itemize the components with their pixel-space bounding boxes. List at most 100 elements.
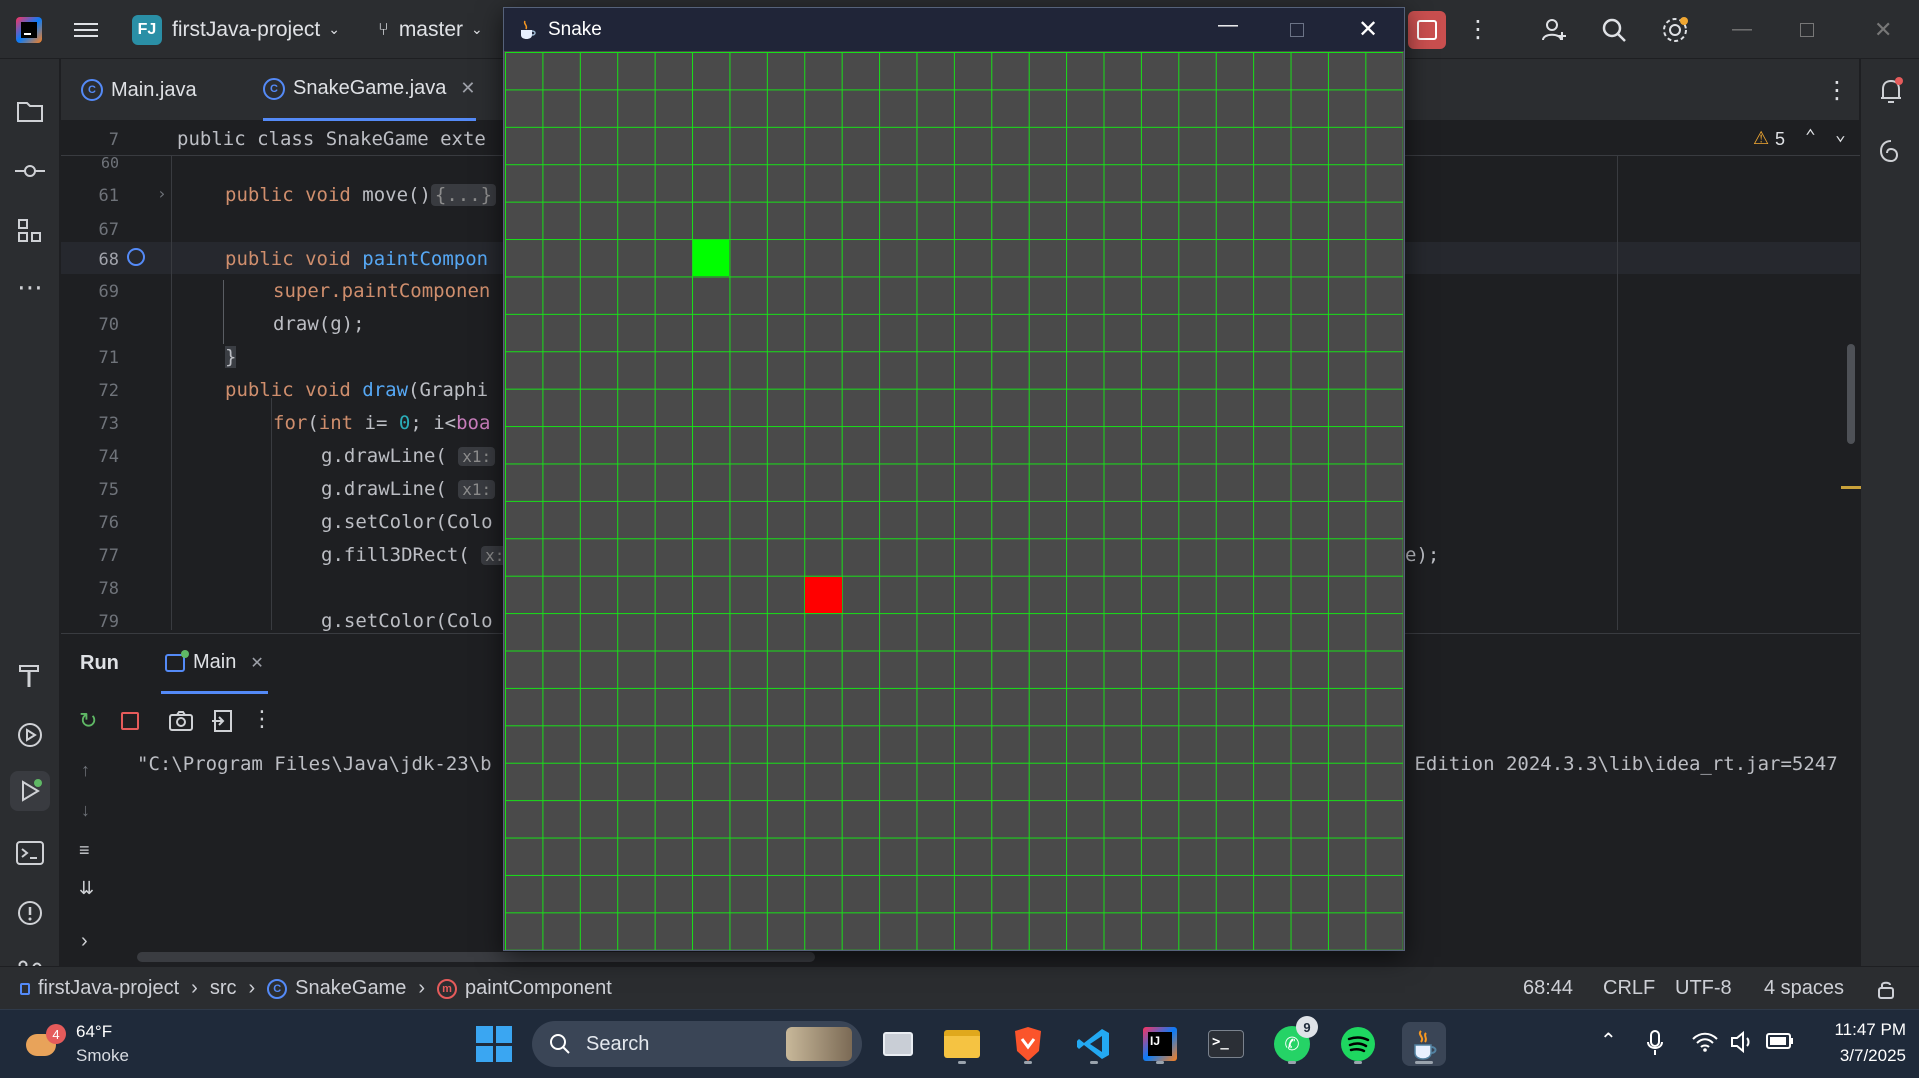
line-number: 76 [98,513,119,533]
stop-button[interactable] [1408,0,1446,59]
screenshot-camera-icon[interactable] [169,710,193,737]
fold-chevron-icon[interactable]: › [157,184,167,203]
chevron-up-icon[interactable]: ⌃ [1600,1028,1617,1053]
console-output-tail: Edition 2024.3.3\lib\idea_rt.jar=5247 [1403,753,1838,775]
close-tab-icon[interactable]: ✕ [250,653,263,673]
taskbar-search-box[interactable]: Search [532,1021,862,1067]
snake-window-titlebar[interactable]: Snake — ✕ [504,8,1404,51]
commit-icon[interactable] [10,151,50,191]
add-user-icon[interactable] [1540,0,1568,59]
warnings-count: 5 [1775,129,1786,149]
project-folder-icon[interactable] [10,91,50,131]
tab-options-icon[interactable]: ⋮ [1825,59,1849,121]
left-tool-strip: ⋯ [0,59,60,1009]
weather-widget[interactable]: 4 [22,1024,66,1064]
windows-taskbar: 4 64°F Smoke Search IJ >_ ✆ 9 ⌃ 11:47 PM… [0,1009,1919,1078]
notifications-bell-icon[interactable] [1871,71,1911,111]
editor-scrollbar[interactable] [1847,344,1855,444]
scroll-to-end-icon[interactable]: ⇊ [79,878,94,899]
more-actions-icon[interactable]: ⋮ [1466,0,1490,59]
clock-date[interactable]: 3/7/2025 [1806,1046,1906,1066]
line-number: 73 [98,414,119,434]
status-bar: firstJava-project › src › C SnakeGame › … [0,966,1919,1009]
search-icon[interactable] [1600,0,1628,59]
file-encoding[interactable]: UTF-8 [1675,967,1732,1010]
breadcrumb-method[interactable]: paintComponent [465,977,612,1000]
game-board[interactable] [505,52,1403,950]
rerun-icon[interactable]: ↻ [79,708,97,734]
sticky-code: public class SnakeGame exte [177,128,486,150]
console-horizontal-scrollbar[interactable] [137,952,815,962]
main-menu-icon[interactable] [74,0,98,59]
wifi-icon[interactable] [1692,1032,1718,1057]
warning-stripe-marker[interactable] [1841,486,1861,489]
services-icon[interactable] [10,715,50,755]
stop-run-icon[interactable] [121,712,139,730]
terminal-taskbar-icon[interactable]: >_ [1204,1022,1248,1066]
prev-warning-icon[interactable]: ⌃ [1805,126,1816,147]
soft-wrap-icon[interactable]: ≡ [79,840,90,861]
problems-icon[interactable] [10,893,50,933]
file-explorer-icon[interactable] [940,1022,984,1066]
run-tab-main[interactable]: Main ✕ [161,634,268,694]
module-icon [20,982,30,995]
close-icon[interactable]: ✕ [1358,15,1378,44]
right-margin-guide [1617,156,1618,630]
code-line-68: public void paintCompon [225,248,489,270]
code-line-77-tail: e); [1405,544,1440,566]
project-selector[interactable]: FJ firstJava-project ⌄ [132,0,340,59]
task-view-icon[interactable] [876,1022,920,1066]
close-icon[interactable]: ✕ [1874,0,1892,59]
tab-main-java[interactable]: C Main.java [81,59,197,121]
line-number: 70 [98,315,119,335]
clock-time[interactable]: 11:47 PM [1806,1020,1906,1040]
weather-badge: 4 [46,1024,66,1044]
whatsapp-icon[interactable]: ✆ 9 [1270,1016,1318,1066]
line-number: 67 [98,220,119,240]
run-tool-icon[interactable] [10,771,50,811]
structure-icon[interactable] [10,211,50,251]
warning-icon[interactable]: ⚠ [1753,128,1769,149]
next-warning-icon[interactable]: ⌄ [1835,124,1846,145]
breadcrumb-project[interactable]: firstJava-project [38,977,179,1000]
branch-selector[interactable]: ⑂ master ⌄ [378,0,483,59]
lock-icon[interactable] [1876,967,1896,1010]
vscode-icon[interactable] [1072,1022,1116,1066]
caret-position[interactable]: 68:44 [1523,967,1573,1010]
tab-snakegame-java[interactable]: C SnakeGame.java ✕ [263,59,476,121]
override-method-icon[interactable] [127,248,145,266]
microphone-icon[interactable] [1646,1030,1664,1061]
terminal-icon[interactable] [10,833,50,873]
project-badge: FJ [132,14,162,45]
indent-setting[interactable]: 4 spaces [1764,967,1844,1010]
code-line-74: g.drawLine( x1: i [321,445,518,467]
line-number: 68 [98,250,119,270]
restore-icon[interactable] [1800,0,1814,59]
battery-icon[interactable] [1766,1032,1794,1055]
brave-browser-icon[interactable] [1006,1022,1050,1066]
expand-chevron-icon[interactable]: › [81,930,88,953]
intellij-logo-icon[interactable] [16,0,42,59]
ai-assistant-icon[interactable] [1871,131,1911,171]
exit-icon[interactable] [211,710,233,737]
snake-game-window[interactable]: Snake — ✕ [503,7,1405,951]
line-separator[interactable]: CRLF [1603,967,1655,1010]
breadcrumb-class[interactable]: SnakeGame [295,977,406,1000]
windows-start-icon[interactable] [476,1026,512,1062]
intellij-taskbar-icon[interactable]: IJ [1138,1022,1182,1066]
spotify-icon[interactable] [1336,1022,1380,1066]
minimize-icon[interactable]: — [1218,14,1238,37]
code-line-69: super.paintComponen [273,280,491,302]
build-hammer-icon[interactable] [10,655,50,695]
chevron-down-icon: ⌄ [471,21,483,37]
java-app-icon[interactable] [1402,1022,1446,1066]
close-tab-icon[interactable]: ✕ [460,78,475,99]
scroll-up-icon[interactable]: ↑ [81,760,90,781]
run-more-icon[interactable]: ⋮ [251,706,273,732]
settings-gear-icon[interactable] [1660,0,1690,59]
volume-icon[interactable] [1730,1030,1756,1059]
more-tools-icon[interactable]: ⋯ [10,267,50,307]
breadcrumb-src[interactable]: src [210,977,237,1000]
scroll-down-icon[interactable]: ↓ [81,800,90,821]
minimize-icon[interactable]: — [1732,0,1752,59]
